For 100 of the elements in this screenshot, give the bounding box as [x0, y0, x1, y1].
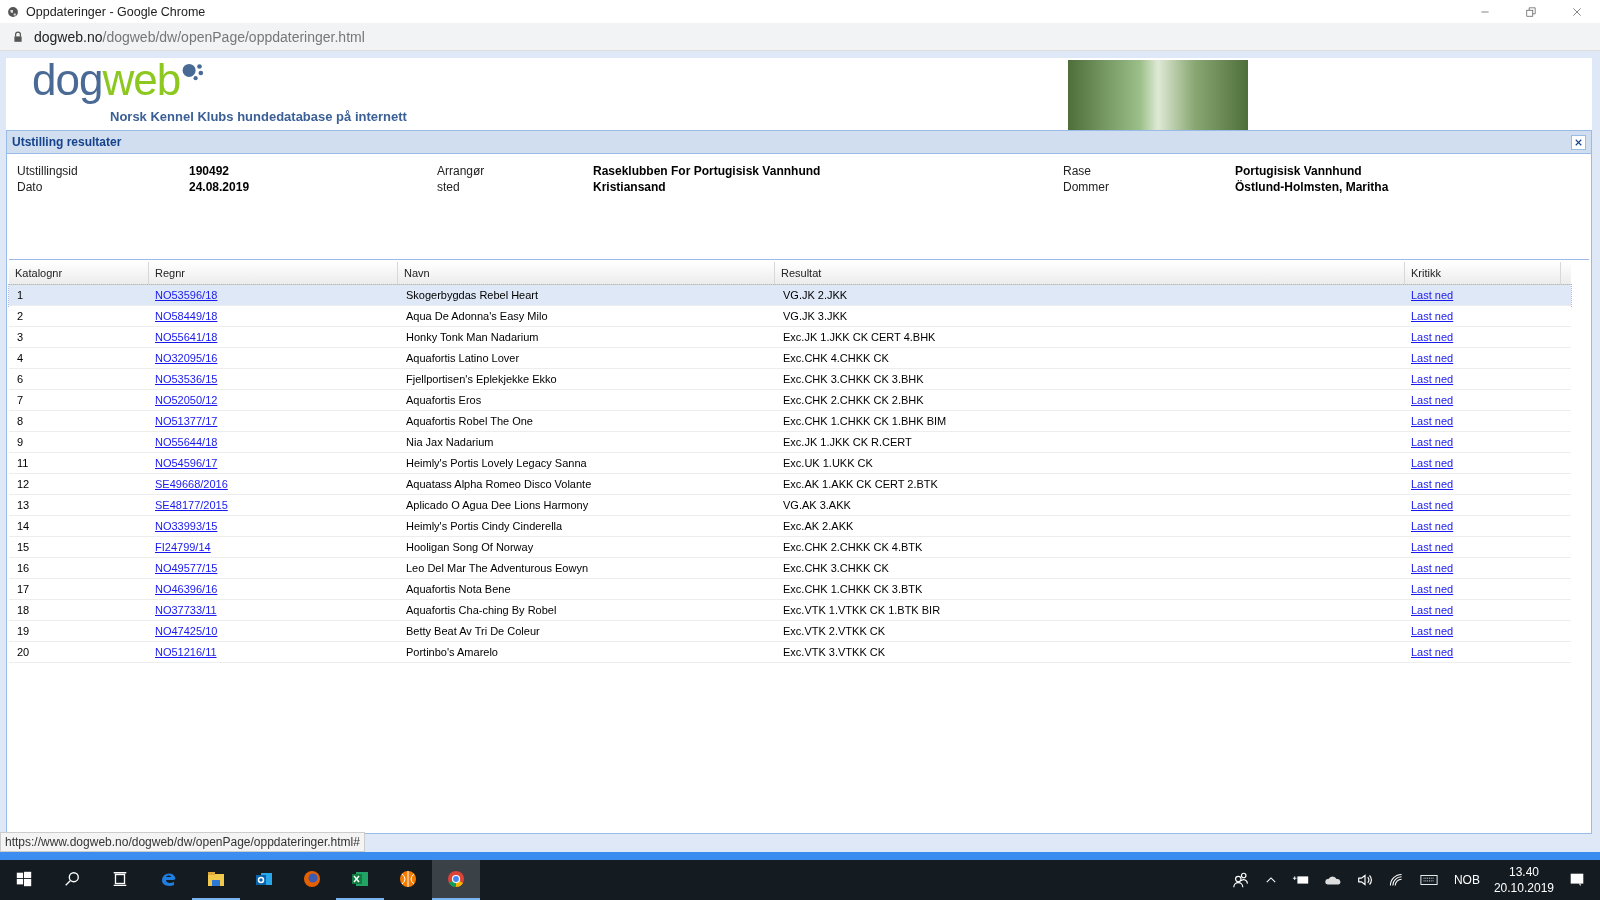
download-link[interactable]: Last ned [1411, 289, 1454, 301]
info-label: sted [437, 180, 461, 196]
table-cell-text: 16 [16, 562, 31, 574]
regnr-link[interactable]: NO58449/18 [155, 310, 218, 322]
table-cell-text: Aqua De Adonna's Easy Milo [405, 310, 549, 322]
regnr-link[interactable]: NO52050/12 [155, 394, 218, 406]
table-cell-text: Exc.JK 1.JKK CK R.CERT [782, 436, 913, 448]
table-cell-text: 2 [16, 310, 25, 322]
table-cell-text: 11 [16, 457, 30, 469]
info-value: Kristiansand [593, 180, 667, 196]
regnr-link[interactable]: NO37733/11 [155, 604, 217, 616]
download-link[interactable]: Last ned [1411, 310, 1454, 322]
clock-date[interactable]: 20.10.2019 [1493, 881, 1554, 895]
windows-icon [15, 870, 33, 888]
download-link[interactable]: Last ned [1411, 646, 1454, 658]
address-bar[interactable]: dogweb.no/dogweb/dw/openPage/oppdateringer.html [34, 28, 365, 45]
table-cell-text: Aquatass Alpha Romeo Disco Volante [405, 478, 593, 490]
download-link[interactable]: Last ned [1411, 478, 1454, 490]
table-cell-text: Honky Tonk Man Nadarium [405, 331, 540, 343]
window-title: Oppdateringer - Google Chrome [26, 4, 207, 19]
wifi-icon [1387, 872, 1404, 888]
table-cell-text: Nia Jax Nadarium [405, 436, 495, 448]
table-cell-text: 13 [16, 499, 31, 511]
search-icon [63, 870, 81, 888]
info-label: Dommer [1063, 180, 1110, 196]
regnr-link[interactable]: NO32095/16 [155, 352, 218, 364]
regnr-link[interactable]: SE49668/2016 [155, 478, 228, 490]
regnr-link[interactable]: FI24799/14 [155, 541, 211, 553]
download-link[interactable]: Last ned [1411, 604, 1454, 616]
table-cell-text: VG.JK 2.JKK [782, 289, 849, 301]
table-cell-text: Heimly's Portis Lovely Legacy Sanna [405, 457, 588, 469]
download-link[interactable]: Last ned [1411, 541, 1454, 553]
regnr-link[interactable]: NO49577/15 [155, 562, 218, 574]
table-cell-text: Skogerbygdas Rebel Heart [405, 289, 540, 301]
table-cell-text: Heimly's Portis Cindy Cinderella [405, 520, 564, 532]
table-cell-text: 8 [16, 415, 25, 427]
download-link[interactable]: Last ned [1411, 562, 1454, 574]
regnr-link[interactable]: NO51216/11 [155, 646, 217, 658]
download-link[interactable]: Last ned [1411, 352, 1454, 364]
regnr-link[interactable]: NO47425/10 [155, 625, 218, 637]
download-link[interactable]: Last ned [1411, 583, 1454, 595]
globe-icon [6, 4, 20, 19]
table-cell-text: 9 [16, 436, 25, 448]
table-cell-text: 4 [16, 352, 25, 364]
table-cell-text: 1 [16, 289, 25, 301]
table-cell-text: Exc.UK 1.UKK CK [782, 457, 874, 469]
table-cell-text: 17 [16, 583, 31, 595]
regnr-link[interactable]: NO33993/15 [155, 520, 218, 532]
table-cell-text: Portinbo's Amarelo [405, 646, 499, 658]
table-cell-text: Aquafortis Robel The One [405, 415, 534, 427]
table-cell-text: Exc.CHK 2.CHKK CK 2.BHK [782, 394, 925, 406]
table-cell-text: Exc.JK 1.JKK CK CERT 4.BHK [782, 331, 937, 343]
table-cell-text: 12 [16, 478, 31, 490]
status-url: https://www.dogweb.no/dogweb/dw/openPage/oppdateringer.html# [0, 832, 365, 852]
info-value: 190492 [189, 164, 231, 180]
table-cell-text: 18 [16, 604, 31, 616]
table-cell-text: Aquafortis Nota Bene [405, 583, 512, 595]
table-cell-text: Fjellportisen's Eplekjekke Ekko [405, 373, 558, 385]
download-link[interactable]: Last ned [1411, 436, 1454, 448]
fox-globe-icon [302, 869, 322, 889]
info-label: Rase [1063, 164, 1092, 180]
table-cell-text: Aquafortis Cha-ching By Robel [405, 604, 558, 616]
site-tagline: Norsk Kennel Klubs hundedatabase på internett [110, 109, 407, 124]
taskbar-app-button[interactable] [432, 860, 480, 900]
regnr-link[interactable]: NO54596/17 [155, 457, 218, 469]
clock-time[interactable]: 13.40 [1508, 865, 1539, 879]
download-link[interactable]: Last ned [1411, 520, 1454, 532]
regnr-link[interactable]: NO51377/17 [155, 415, 218, 427]
info-value: Raseklubben For Portugisisk Vannhund [593, 164, 822, 180]
download-link[interactable]: Last ned [1411, 394, 1454, 406]
regnr-link[interactable]: NO55641/18 [155, 331, 218, 343]
spreadsheet-app-icon [350, 869, 370, 889]
dialog-close-button[interactable] [1571, 134, 1586, 150]
table-cell-text: 3 [16, 331, 25, 343]
regnr-link[interactable]: NO53536/15 [155, 373, 218, 385]
regnr-link[interactable]: NO55644/18 [155, 436, 218, 448]
language-indicator[interactable]: NOB [1453, 873, 1480, 887]
table-cell-text: Exc.AK 1.AKK CK CERT 2.BTK [782, 478, 939, 490]
table-cell-text: Leo Del Mar The Adventurous Eowyn [405, 562, 589, 574]
table-cell-text: Exc.VTK 3.VTKK CK [782, 646, 887, 658]
close-icon [1571, 5, 1583, 18]
table-cell-text: Aquafortis Eros [405, 394, 483, 406]
table-cell-text: Exc.CHK 3.CHKK CK [782, 562, 890, 574]
people-icon [1231, 871, 1250, 889]
download-link[interactable]: Last ned [1411, 373, 1454, 385]
notifications-icon [1568, 871, 1586, 889]
download-link[interactable]: Last ned [1411, 457, 1454, 469]
regnr-link[interactable]: SE48177/2015 [155, 499, 228, 511]
lock-icon [12, 30, 24, 43]
info-value: Portugisisk Vannhund [1235, 164, 1363, 180]
table-cell-text: Aplicado O Agua Dee Lions Harmony [405, 499, 590, 511]
table-cell-text: 20 [16, 646, 31, 658]
download-link[interactable]: Last ned [1411, 625, 1454, 637]
regnr-link[interactable]: NO53596/18 [155, 289, 218, 301]
table-row[interactable]: 1 NO53596/18 Skogerbygdas Rebel Heart VG.JK 2.JKK Last ned [9, 285, 1571, 306]
download-link[interactable]: Last ned [1411, 499, 1454, 511]
dialog-title: Utstilling resultater [12, 135, 122, 149]
download-link[interactable]: Last ned [1411, 415, 1454, 427]
download-link[interactable]: Last ned [1411, 331, 1454, 343]
regnr-link[interactable]: NO46396/16 [155, 583, 218, 595]
